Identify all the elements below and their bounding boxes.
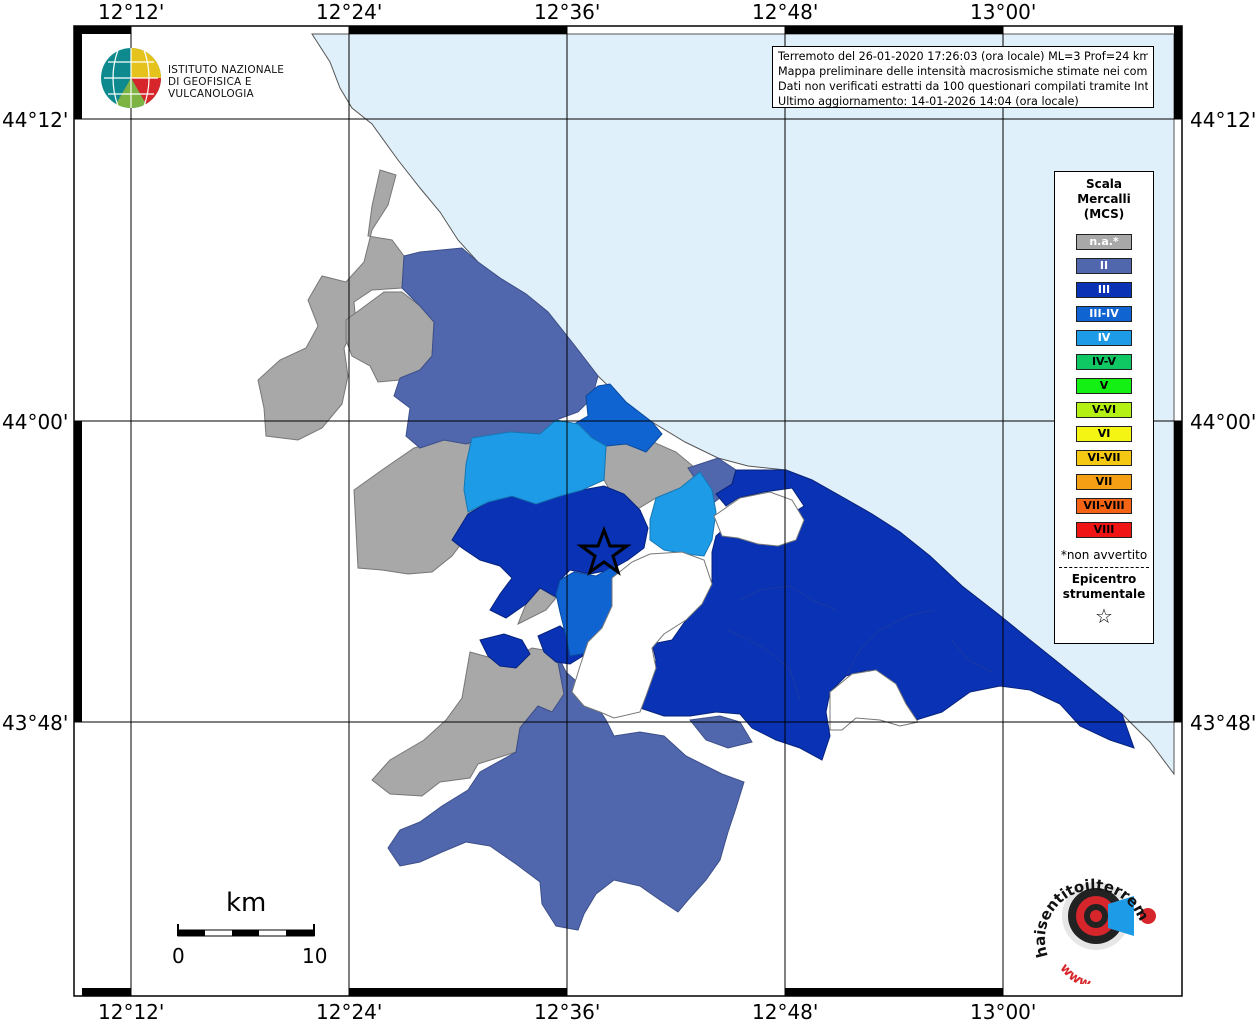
legend-item: VI bbox=[1055, 422, 1153, 446]
x-label-top-5: 13°00' bbox=[970, 0, 1037, 24]
legend-title-2: Mercalli bbox=[1077, 192, 1131, 206]
info-line-3: Dati non verificati estratti da 100 ques… bbox=[778, 80, 1148, 93]
scale-max: 10 bbox=[302, 944, 328, 968]
legend-swatch: II bbox=[1076, 258, 1132, 274]
legend-swatch: VI bbox=[1076, 426, 1132, 442]
y-label-right-3: 43°48' bbox=[1190, 711, 1256, 735]
x-label-top-2: 12°24' bbox=[316, 0, 383, 24]
legend-star-icon: ☆ bbox=[1095, 604, 1113, 628]
x-label-top-4: 12°48' bbox=[752, 0, 819, 24]
legend-epicenter-title: Epicentro strumentale bbox=[1055, 572, 1153, 602]
legend-item: IV-V bbox=[1055, 350, 1153, 374]
legend-epicenter-line2: strumentale bbox=[1062, 587, 1146, 601]
legend-epicenter-line1: Epicentro bbox=[1071, 572, 1137, 586]
legend-swatch: VI-VII bbox=[1076, 450, 1132, 466]
legend-swatch: V bbox=[1076, 378, 1132, 394]
info-line-4: Ultimo aggiornamento: 14-01-2026 14:04 (… bbox=[778, 95, 1079, 108]
y-label-right-2: 44°00' bbox=[1190, 410, 1256, 434]
legend-item: V-VI bbox=[1055, 398, 1153, 422]
x-label-bottom-5: 13°00' bbox=[970, 1000, 1037, 1024]
event-info-box: Terremoto del 26-01-2020 17:26:03 (ora l… bbox=[772, 46, 1154, 108]
legend-title: Scala Mercalli (MCS) bbox=[1055, 177, 1153, 222]
legend-swatch: VII-VIII bbox=[1076, 498, 1132, 514]
y-label-left-1: 44°12' bbox=[2, 108, 69, 132]
hst-logo-text: haisentitoilterremoto.it bbox=[1030, 864, 1153, 960]
legend-item: III bbox=[1055, 278, 1153, 302]
x-label-bottom-1: 12°12' bbox=[98, 1000, 165, 1024]
legend-swatch: VII bbox=[1076, 474, 1132, 490]
legend-items: n.a.* II III III-IV IV IV-V V V-VI VI VI-VII VII VI… bbox=[1055, 230, 1153, 542]
legend-item: II bbox=[1055, 254, 1153, 278]
legend-item: VII bbox=[1055, 470, 1153, 494]
legend-item: VI-VII bbox=[1055, 446, 1153, 470]
x-label-bottom-4: 12°48' bbox=[752, 1000, 819, 1024]
legend-swatch: IV-V bbox=[1076, 354, 1132, 370]
y-label-left-3: 43°48' bbox=[2, 711, 69, 735]
legend-swatch: VIII bbox=[1076, 522, 1132, 538]
x-label-bottom-2: 12°24' bbox=[316, 1000, 383, 1024]
legend-title-3: (MCS) bbox=[1083, 207, 1125, 221]
legend-item: III-IV bbox=[1055, 302, 1153, 326]
info-line-1: Terremoto del 26-01-2020 17:26:03 (ora l… bbox=[778, 50, 1148, 63]
legend-swatch: III-IV bbox=[1076, 306, 1132, 322]
mcs-legend: Scala Mercalli (MCS) n.a.* II III III-IV IV I… bbox=[1054, 171, 1154, 644]
legend-swatch: V-VI bbox=[1076, 402, 1132, 418]
hst-logo: haisentitoilterremoto.it www. bbox=[1030, 864, 1153, 984]
scale-min: 0 bbox=[172, 944, 185, 968]
legend-title-1: Scala bbox=[1085, 177, 1123, 191]
hst-logo-www: www. bbox=[1057, 961, 1096, 984]
ingv-logo-text: ISTITUTO NAZIONALE DI GEOFISICA E VULCAN… bbox=[168, 64, 320, 100]
ingv-logo-line2: DI GEOFISICA E VULCANOLOGIA bbox=[168, 76, 254, 100]
legend-swatch: III bbox=[1076, 282, 1132, 298]
scale-unit: km bbox=[226, 888, 267, 918]
legend-swatch: IV bbox=[1076, 330, 1132, 346]
legend-item: V bbox=[1055, 374, 1153, 398]
x-label-bottom-3: 12°36' bbox=[534, 1000, 601, 1024]
legend-item: IV bbox=[1055, 326, 1153, 350]
legend-item: VIII bbox=[1055, 518, 1153, 542]
x-label-top-1: 12°12' bbox=[98, 0, 165, 24]
legend-na-note: *non avvertito bbox=[1060, 548, 1148, 562]
y-label-left-2: 44°00' bbox=[2, 410, 69, 434]
legend-item: n.a.* bbox=[1055, 230, 1153, 254]
ingv-logo: ISTITUTO NAZIONALE DI GEOFISICA E VULCAN… bbox=[100, 48, 320, 110]
ingv-logo-line1: ISTITUTO NAZIONALE bbox=[168, 64, 285, 76]
legend-swatch: n.a.* bbox=[1076, 234, 1132, 250]
info-line-2: Mappa preliminare delle intensità macros… bbox=[778, 65, 1148, 78]
x-label-top-3: 12°36' bbox=[534, 0, 601, 24]
legend-separator bbox=[1059, 567, 1149, 568]
legend-item: VII-VIII bbox=[1055, 494, 1153, 518]
y-label-right-1: 44°12' bbox=[1190, 108, 1256, 132]
